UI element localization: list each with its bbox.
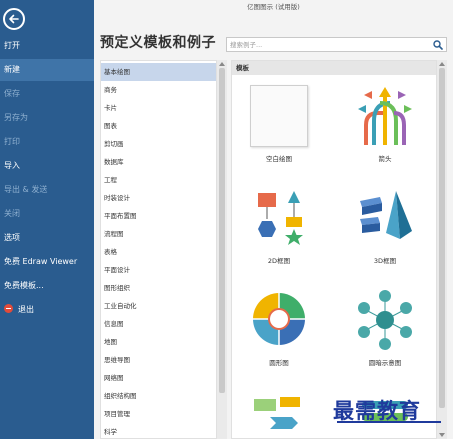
category-item[interactable]: 组织结构图 [101,387,216,405]
search-input[interactable] [230,39,426,51]
template-label: 圆形图 [269,359,289,367]
flow-shapes-icon [254,397,300,429]
nav-import[interactable]: 导入 [0,155,94,177]
search-box [226,37,447,52]
nav-open[interactable]: 打开 [0,35,94,57]
category-item[interactable]: 科学 [101,423,216,439]
template-label: 3D框图 [373,257,397,265]
template-blank-drawing[interactable]: 空白绘图 [234,85,324,185]
template-circle-spoke[interactable]: 圆暗示意图 [340,289,430,389]
2d-block-icon [258,191,303,245]
nav-exit[interactable]: 退出 [0,299,94,321]
category-list: 基本绘图 商务 卡片 图表 剪切画 数据库 工程 时装设计 平面布置图 流程图 … [100,60,217,439]
template-arrows[interactable]: 箭头 [340,85,430,185]
category-item[interactable]: 图形组织 [101,279,216,297]
template-label: 空白绘图 [266,155,292,163]
category-scrollbar[interactable] [217,60,227,439]
nav-options[interactable]: 选项 [0,227,94,249]
template-label: 箭头 [378,155,392,163]
circular-diagram-icon [253,293,305,345]
nav-print[interactable]: 打印 [0,131,94,153]
category-item[interactable]: 时装设计 [101,189,216,207]
templates-panel: 模板 空白绘图 箭头 2D框图 3D框图 圆形图 圆暗示意图 [231,60,437,439]
category-item[interactable]: 信息图 [101,315,216,333]
backstage-sidebar: 打开 新建 保存 另存为 打印 导入 导出 & 发送 关闭 选项 免费 Edra… [0,0,94,439]
category-item[interactable]: 数据库 [101,153,216,171]
back-arrow-icon[interactable] [3,8,25,30]
circle-spoke-icon [358,290,412,350]
scroll-thumb[interactable] [219,68,225,393]
page-title: 预定义模板和例子 [100,35,216,51]
templates-header: 模板 [232,61,436,75]
nav-export-send[interactable]: 导出 & 发送 [0,179,94,201]
category-item[interactable]: 剪切画 [101,135,216,153]
template-label: 圆暗示意图 [368,359,402,367]
nav-new[interactable]: 新建 [0,59,94,81]
category-item[interactable]: 平面设计 [101,261,216,279]
watermark-underline [337,421,441,423]
category-item[interactable]: 思维导图 [101,351,216,369]
template-label: 2D框图 [267,257,291,265]
arrows-icon [358,87,412,145]
category-item[interactable]: 网络图 [101,369,216,387]
template-circular-diagram[interactable]: 圆形图 [234,289,324,389]
category-item[interactable]: 地图 [101,333,216,351]
nav-save-as[interactable]: 另存为 [0,107,94,129]
window-title: 亿图图示 (试用版) [94,0,453,14]
nav-free-templates[interactable]: 免费模板... [0,275,94,297]
search-icon[interactable] [433,40,443,50]
template-partial[interactable] [234,393,324,437]
scroll-down-icon[interactable] [439,433,445,437]
nav-close[interactable]: 关闭 [0,203,94,225]
category-item[interactable]: 商务 [101,81,216,99]
scroll-thumb[interactable] [439,68,445,408]
nav-free-viewer[interactable]: 免费 Edraw Viewer [0,251,94,273]
template-2d-block[interactable]: 2D框图 [234,187,324,287]
3d-block-icon [360,191,412,239]
category-item[interactable]: 流程图 [101,225,216,243]
scroll-up-icon[interactable] [439,62,445,66]
category-item[interactable]: 平面布置图 [101,207,216,225]
blank-page-icon [250,85,308,147]
category-item[interactable]: 项目管理 [101,405,216,423]
category-item[interactable]: 卡片 [101,99,216,117]
template-3d-block[interactable]: 3D框图 [340,187,430,287]
exit-icon [4,304,13,313]
scroll-up-icon[interactable] [219,62,225,66]
category-item[interactable]: 工程 [101,171,216,189]
nav-save[interactable]: 保存 [0,83,94,105]
templates-scrollbar[interactable] [437,60,447,439]
watermark-logo: 最需教育 [333,393,448,427]
nav-exit-label: 退出 [18,305,34,314]
category-item[interactable]: 图表 [101,117,216,135]
category-item[interactable]: 基本绘图 [101,63,216,81]
category-item[interactable]: 表格 [101,243,216,261]
category-item[interactable]: 工业自动化 [101,297,216,315]
